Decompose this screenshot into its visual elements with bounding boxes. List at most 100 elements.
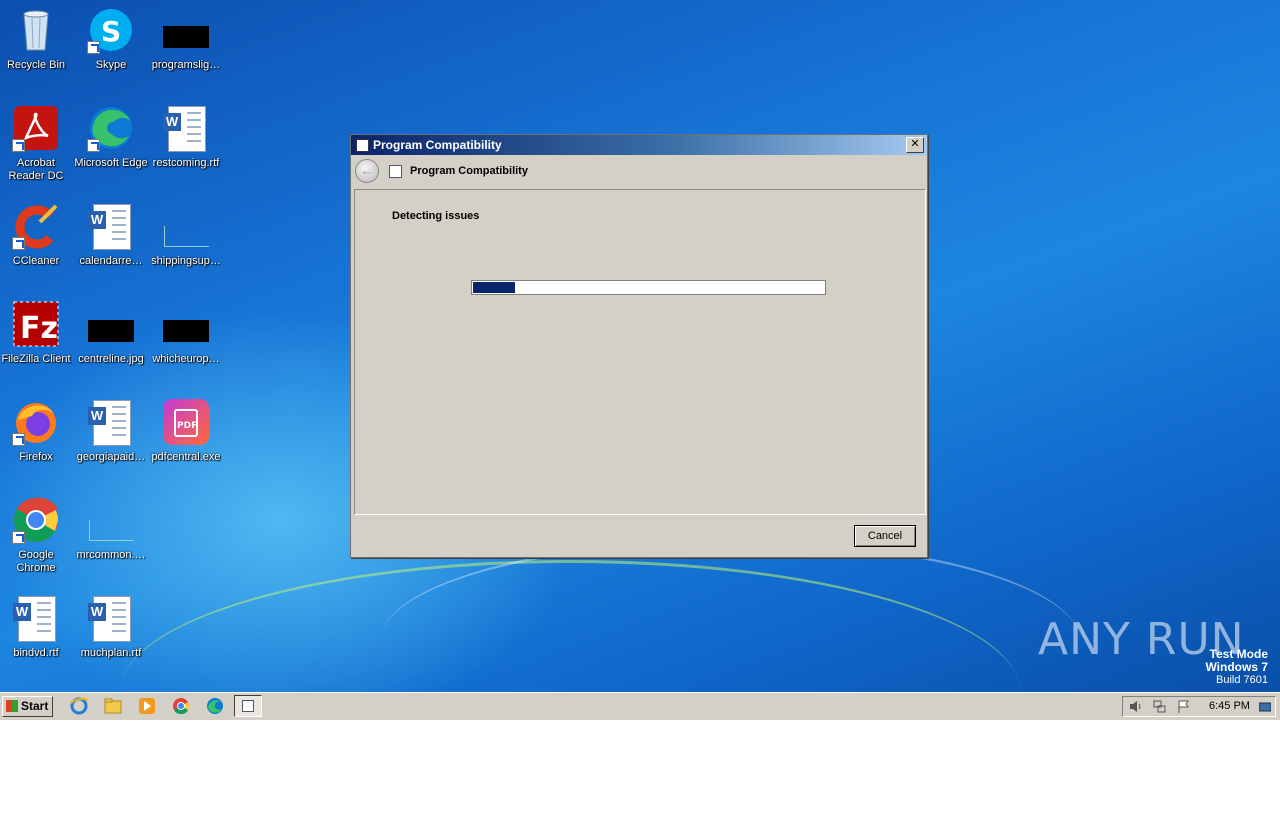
clock[interactable]: 6:45 PM [1209,700,1250,712]
desktop-icon-label: programslig… [151,59,221,71]
filezilla-icon: Fz [12,300,60,348]
internet-explorer-icon[interactable] [70,697,88,715]
network-icon[interactable] [1153,700,1166,713]
desktop-icon-label: Acrobat Reader DC [8,157,64,182]
test-mode-watermark: Test Mode Windows 7 Build 7601 [1205,648,1268,687]
desktop-icon-label: shippingsup… [151,255,221,267]
desktop-icon-label: centreline.jpg [78,353,144,365]
program-compatibility-dialog: Program Compatibility ✕ ← Program Compat… [350,134,928,558]
explorer-icon[interactable] [104,697,122,715]
shortcut-arrow-icon [87,41,100,54]
svg-text:Fz: Fz [20,311,58,346]
desktop-icon-firefox[interactable]: Firefox [0,398,74,464]
dialog-content: Detecting issues [354,189,926,515]
progress-bar [471,280,826,295]
dialog-navbar: ← Program Compatibility [351,155,927,187]
recycle-bin-icon [12,6,60,54]
program-compatibility-icon [242,700,254,712]
dialog-title: Program Compatibility [373,138,502,152]
desktop-icon-label: whicheurop… [152,353,220,365]
desktop-icon-filezilla[interactable]: Fz FileZilla Client [0,300,74,366]
status-heading: Detecting issues [392,210,480,222]
edge-icon[interactable] [206,697,224,715]
desktop-icon-label: Microsoft Edge [74,157,148,169]
desktop-icon-pdfcentral[interactable]: PDF pdfcentral.exe [148,398,224,464]
svg-text:S: S [101,15,121,48]
word-document-icon: W [87,398,135,446]
desktop-icon-label: Skype [95,59,127,71]
desktop-icon-label: bindvd.rtf [13,647,59,659]
chrome-icon[interactable] [172,697,190,715]
cancel-button[interactable]: Cancel [854,525,916,547]
desktop-icon-label: pdfcentral.exe [151,451,221,463]
desktop-icon-label: restcoming.rtf [152,157,220,169]
nav-title: Program Compatibility [410,165,528,177]
watermark-line: Windows 7 [1205,660,1268,674]
progress-fill [473,282,516,293]
desktop-icon-label: muchplan.rtf [80,647,142,659]
desktop-icon-label: Firefox [19,451,53,463]
blank-file-icon [87,496,135,544]
back-button[interactable]: ← [355,159,379,183]
watermark-line: Build 7601 [1216,674,1268,686]
desktop-icon-label: Recycle Bin [6,59,66,71]
windows-logo-icon [6,700,18,712]
desktop-icon-acrobat[interactable]: Acrobat Reader DC [0,104,74,183]
dialog-titlebar[interactable]: Program Compatibility ✕ [351,135,927,155]
shortcut-arrow-icon [12,531,25,544]
firefox-icon [12,398,60,446]
word-document-icon: W [162,104,210,152]
desktop-icon-skype[interactable]: S Skype [73,6,149,72]
blank-file-icon [162,202,210,250]
word-document-icon: W [87,202,135,250]
program-compatibility-icon [389,164,402,178]
shortcut-arrow-icon [87,139,100,152]
action-center-flag-icon[interactable] [1177,700,1190,713]
shortcut-arrow-icon [12,237,25,250]
desktop-icon-label: mrcommon.… [76,549,146,561]
speaker-icon[interactable] [1129,700,1142,713]
desktop-icon-edge[interactable]: Microsoft Edge [73,104,149,170]
desktop-icon-ccleaner[interactable]: CCleaner [0,202,74,268]
taskbar-item-program-compatibility[interactable] [234,695,262,717]
close-button[interactable]: ✕ [906,137,924,153]
desktop-icon-muchplan[interactable]: W muchplan.rtf [73,594,149,660]
desktop-icon-georgiapaid[interactable]: W georgiapaid… [73,398,149,464]
black-image-icon [162,6,210,54]
system-tray: 6:45 PM [1122,696,1276,717]
shortcut-arrow-icon [12,139,25,152]
desktop-icon-mrcommon[interactable]: mrcommon.… [73,496,149,562]
desktop-icon-calendarre[interactable]: W calendarre… [73,202,149,268]
desktop-icon-bindvd[interactable]: W bindvd.rtf [0,594,74,660]
desktop-icon-centreline[interactable]: centreline.jpg [73,300,149,366]
media-player-icon[interactable] [138,697,156,715]
ccleaner-icon [12,202,60,250]
start-label: Start [21,699,49,713]
desktop-icon-restcoming[interactable]: W restcoming.rtf [148,104,224,170]
program-compatibility-icon [356,138,369,152]
word-document-icon: W [12,594,60,642]
acrobat-icon [12,104,60,152]
chrome-icon [12,496,60,544]
word-document-icon: W [87,594,135,642]
desktop-icon-label: FileZilla Client [1,353,71,365]
desktop-icon-programslig[interactable]: programslig… [148,6,224,72]
edge-icon [87,104,135,152]
svg-text:PDF: PDF [177,421,197,431]
pdfcentral-icon: PDF [162,398,210,446]
desktop-icon-chrome[interactable]: Google Chrome [0,496,74,575]
desktop-icon-shippingsup[interactable]: shippingsup… [148,202,224,268]
desktop-icon-label: calendarre… [79,255,143,267]
black-image-icon [162,300,210,348]
desktop-icon-recycle-bin[interactable]: Recycle Bin [0,6,74,72]
desktop-icon-label: CCleaner [12,255,60,267]
shortcut-arrow-icon [12,433,25,446]
desktop-icon-whicheurop[interactable]: whicheurop… [148,300,224,366]
show-desktop-icon[interactable] [1258,700,1272,713]
desktop-icon-label: georgiapaid… [76,451,146,463]
start-button[interactable]: Start [2,696,53,717]
black-image-icon [87,300,135,348]
desktop-icon-label: Google Chrome [16,549,56,574]
taskbar: Start 6:45 PM [0,692,1280,720]
skype-icon: S [87,6,135,54]
